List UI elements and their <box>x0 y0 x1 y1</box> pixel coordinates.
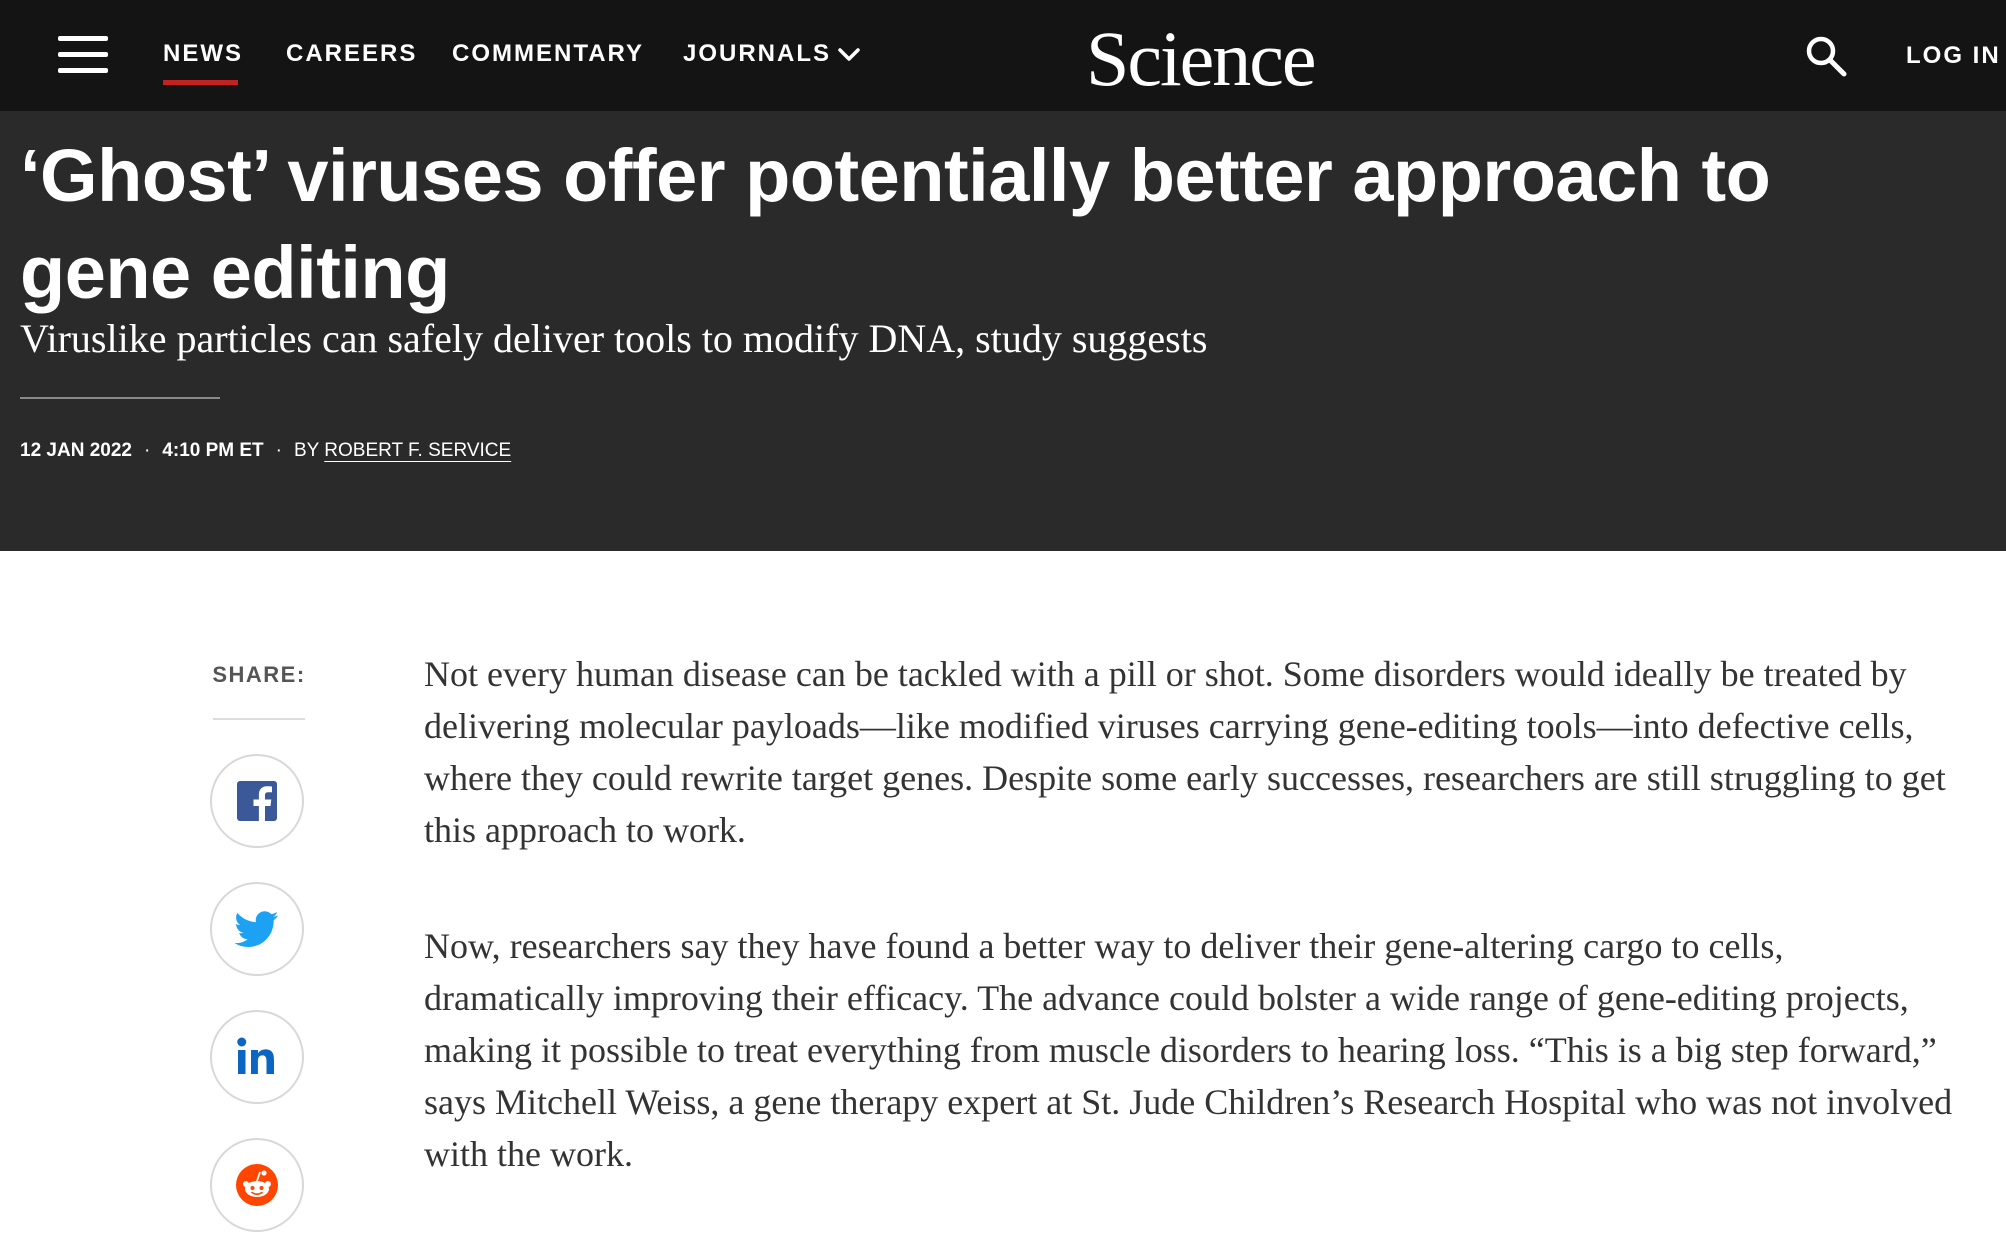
twitter-icon <box>235 911 279 947</box>
publish-date: 12 JAN 2022 <box>20 440 132 461</box>
top-navigation-bar: NEWS CAREERS COMMENTARY JOURNALS Science… <box>0 0 2006 111</box>
share-divider <box>213 718 305 720</box>
share-twitter-button[interactable] <box>210 882 304 976</box>
nav-commentary[interactable]: COMMENTARY <box>452 40 644 68</box>
nav-journals[interactable]: JOURNALS <box>683 40 831 68</box>
publish-time: 4:10 PM ET <box>162 440 264 461</box>
article-header: ‘Ghost’ viruses offer potentially better… <box>0 111 2006 551</box>
share-reddit-button[interactable] <box>210 1138 304 1232</box>
login-link[interactable]: LOG IN <box>1906 42 2001 70</box>
active-nav-indicator <box>163 80 238 85</box>
article-paragraph: Not every human disease can be tackled w… <box>424 654 1946 850</box>
article-paragraph: Now, researchers say they have found a b… <box>424 926 1953 1174</box>
facebook-icon <box>237 781 277 823</box>
reddit-icon <box>236 1164 278 1206</box>
share-linkedin-button[interactable] <box>210 1010 304 1104</box>
byline-by: BY <box>294 440 320 461</box>
author-link[interactable]: ROBERT F. SERVICE <box>324 440 511 461</box>
share-facebook-button[interactable] <box>210 754 304 848</box>
article-body: Not every human disease can be tackled w… <box>424 648 1954 1244</box>
nav-news[interactable]: NEWS <box>163 40 243 68</box>
linkedin-icon <box>237 1037 274 1074</box>
search-icon[interactable] <box>1804 34 1848 78</box>
menu-icon[interactable] <box>58 36 110 74</box>
nav-careers[interactable]: CAREERS <box>286 40 417 68</box>
article-headline: ‘Ghost’ viruses offer potentially better… <box>20 134 1771 314</box>
separator-dot: · <box>143 440 151 461</box>
chevron-down-icon[interactable] <box>836 42 862 68</box>
divider <box>20 397 220 399</box>
share-label: SHARE: <box>212 662 306 687</box>
science-logo[interactable]: Science <box>1086 14 1317 104</box>
article-subheadline: Viruslike particles can safely deliver t… <box>20 316 1208 361</box>
separator-dot: · <box>275 440 282 461</box>
byline: 12 JAN 2022 · 4:10 PM ET · BY ROBERT F. SERV… <box>20 440 511 462</box>
